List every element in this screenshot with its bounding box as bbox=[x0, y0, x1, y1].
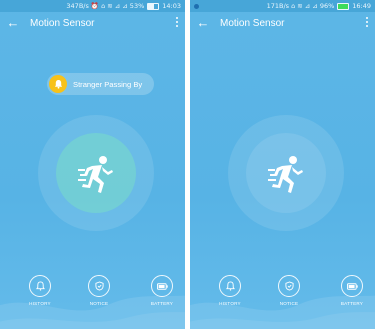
notice-banner[interactable]: Stranger Passing By bbox=[47, 73, 154, 95]
shield-check-icon bbox=[88, 275, 110, 297]
nav-history-label: HISTORY bbox=[29, 301, 51, 306]
battery-icon bbox=[151, 275, 173, 297]
running-person-icon bbox=[268, 156, 303, 193]
battery-icon bbox=[341, 275, 363, 297]
notice-text: Stranger Passing By bbox=[73, 79, 143, 89]
shield-check-icon bbox=[278, 275, 300, 297]
status-bar: 171B/s ⌂ ≋ ⊿ ⊿ 96% 16:49 bbox=[190, 0, 375, 12]
nav-battery-label: BATTERY bbox=[150, 301, 174, 306]
app-bar: ← Motion Sensor bbox=[190, 12, 375, 34]
nav-notice[interactable]: NOTICE bbox=[79, 275, 119, 306]
battery-status-icon bbox=[337, 2, 350, 10]
nav-battery-label: BATTERY bbox=[340, 301, 364, 306]
nav-notice-label: NOTICE bbox=[279, 301, 299, 306]
notification-dot-icon bbox=[194, 4, 199, 9]
nav-history-label: HISTORY bbox=[219, 301, 241, 306]
arrow-left-icon[interactable]: ← bbox=[192, 12, 214, 34]
more-vertical-icon[interactable] bbox=[366, 17, 369, 28]
status-time: 16:49 bbox=[352, 2, 371, 10]
more-vertical-icon[interactable] bbox=[176, 17, 179, 28]
running-person-icon bbox=[78, 156, 113, 193]
nav-notice-label: NOTICE bbox=[89, 301, 109, 306]
app-bar: ← Motion Sensor bbox=[0, 12, 185, 34]
status-text: 171B/s ⌂ ≋ ⊿ ⊿ 96% bbox=[266, 2, 335, 10]
nav-battery[interactable]: BATTERY bbox=[142, 275, 182, 306]
nav-history[interactable]: HISTORY bbox=[210, 275, 250, 306]
status-text: 347B/s ⏰ ⌂ ≋ ⊿ ⊿ 53% bbox=[66, 2, 145, 10]
bell-outline-icon bbox=[219, 275, 241, 297]
bell-outline-icon bbox=[29, 275, 51, 297]
page-title: Motion Sensor bbox=[30, 17, 95, 29]
arrow-left-icon[interactable]: ← bbox=[2, 12, 24, 34]
battery-status-icon bbox=[147, 2, 160, 10]
page-title: Motion Sensor bbox=[220, 17, 285, 29]
bottom-nav: HISTORY NOTICE BATTERY bbox=[190, 275, 375, 315]
nav-history[interactable]: HISTORY bbox=[20, 275, 60, 306]
nav-battery[interactable]: BATTERY bbox=[332, 275, 372, 306]
bell-icon bbox=[49, 75, 67, 93]
nav-notice[interactable]: NOTICE bbox=[269, 275, 309, 306]
status-bar: 347B/s ⏰ ⌂ ≋ ⊿ ⊿ 53% 14:03 bbox=[0, 0, 185, 12]
phone-screen-idle: 171B/s ⌂ ≋ ⊿ ⊿ 96% 16:49 ← Motion Sensor… bbox=[190, 0, 375, 329]
status-time: 14:03 bbox=[162, 2, 181, 10]
phone-screen-alert: 347B/s ⏰ ⌂ ≋ ⊿ ⊿ 53% 14:03 ← Motion Sens… bbox=[0, 0, 185, 329]
bottom-nav: HISTORY NOTICE BATTERY bbox=[0, 275, 185, 315]
